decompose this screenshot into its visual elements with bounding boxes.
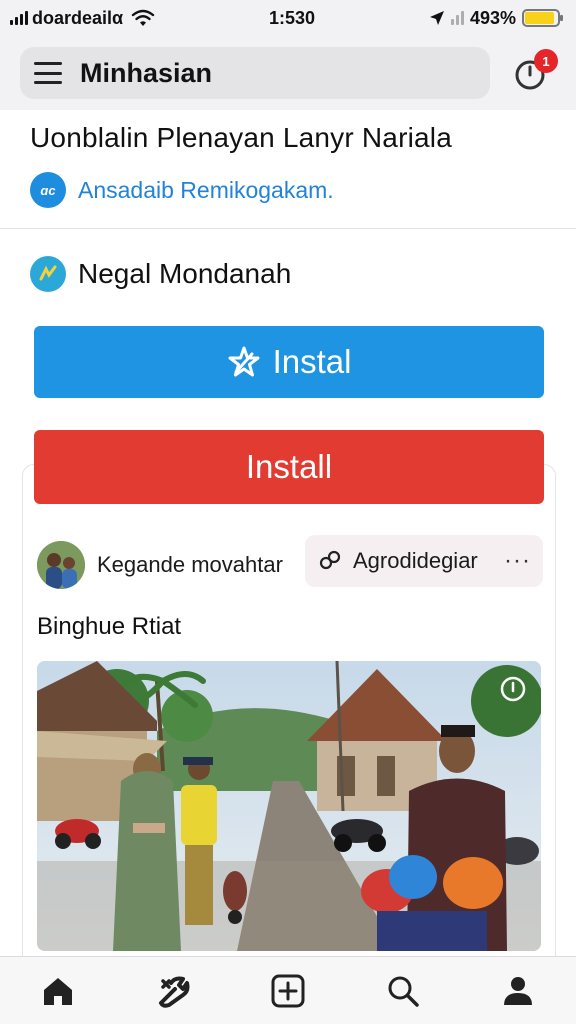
menu-icon[interactable] [34, 62, 62, 84]
app-detail-content: Uonblalin Plenayan Lanyr Nariala ɑc Ansa… [0, 110, 576, 956]
status-bar: doardeailα 1:530 493% [0, 0, 576, 36]
header-title: Minhasian [80, 57, 213, 88]
profile-icon [504, 976, 533, 1005]
post-author-row[interactable]: Kegande movahtar [37, 541, 283, 589]
battery-percent: 493% [469, 7, 516, 28]
village-street-photo [37, 661, 541, 951]
search-icon [388, 976, 419, 1007]
nav-home[interactable] [34, 967, 82, 1015]
nav-profile[interactable] [494, 967, 542, 1015]
star-icon [228, 346, 260, 377]
post-card[interactable]: Kegande movahtar Agrodidegiar ··· Binghu… [22, 464, 556, 956]
app-title: Uonblalin Plenayan Lanyr Nariala [30, 122, 452, 153]
notification-badge: 1 [534, 49, 558, 73]
post-caption: Binghue Rtiat [37, 613, 182, 640]
developer-logo-icon: ɑc [30, 172, 66, 208]
install-secondary-button[interactable]: Install [34, 430, 544, 504]
install-primary-button[interactable]: Instal [34, 326, 544, 398]
status-left: doardeailα [10, 8, 155, 29]
carrier-label: doardeailα [32, 7, 124, 28]
home-icon [43, 977, 72, 1005]
nav-tools[interactable] [149, 967, 197, 1015]
tools-icon [158, 976, 190, 1008]
nav-search[interactable] [379, 967, 427, 1015]
add-icon [271, 974, 305, 1007]
section-app-icon [30, 256, 66, 292]
status-time: 1:530 [269, 7, 316, 28]
link-icon [319, 550, 341, 570]
more-options-icon[interactable]: ··· [504, 547, 531, 575]
post-author-name[interactable]: Kegande movahtar [97, 552, 283, 578]
status-right: 493% [429, 7, 563, 29]
developer-link[interactable]: Ansadaib Remikogakam. [78, 177, 334, 204]
battery-level-fill [525, 12, 554, 24]
battery-icon [522, 9, 563, 27]
developer-row[interactable]: ɑc Ansadaib Remikogakam. [30, 172, 334, 208]
install-primary-label: Instal [272, 343, 352, 380]
header-search-bar[interactable]: Minhasian [20, 47, 490, 99]
section-title: Negal Mondanah [78, 258, 292, 289]
location-arrow-icon [429, 11, 444, 25]
secondary-signal-icon [450, 11, 464, 25]
section-header: Negal Mondanah [30, 256, 291, 292]
app-screen: doardeailα 1:530 493% Minhasian 1 Uonbla… [0, 0, 576, 1024]
wifi-icon [131, 9, 155, 26]
install-secondary-label: Install [245, 448, 333, 485]
notifications-button[interactable]: 1 [512, 49, 558, 93]
post-photo[interactable] [37, 661, 541, 951]
section-divider [0, 228, 576, 229]
top-app-bar: Minhasian 1 [0, 36, 576, 110]
bottom-navigation [0, 956, 576, 1024]
signal-bars-icon [10, 11, 28, 25]
post-tag-label: Agrodidegiar [353, 548, 478, 573]
nav-add[interactable] [264, 967, 312, 1015]
post-tag-chip[interactable]: Agrodidegiar ··· [305, 535, 543, 587]
avatar[interactable] [37, 541, 85, 589]
